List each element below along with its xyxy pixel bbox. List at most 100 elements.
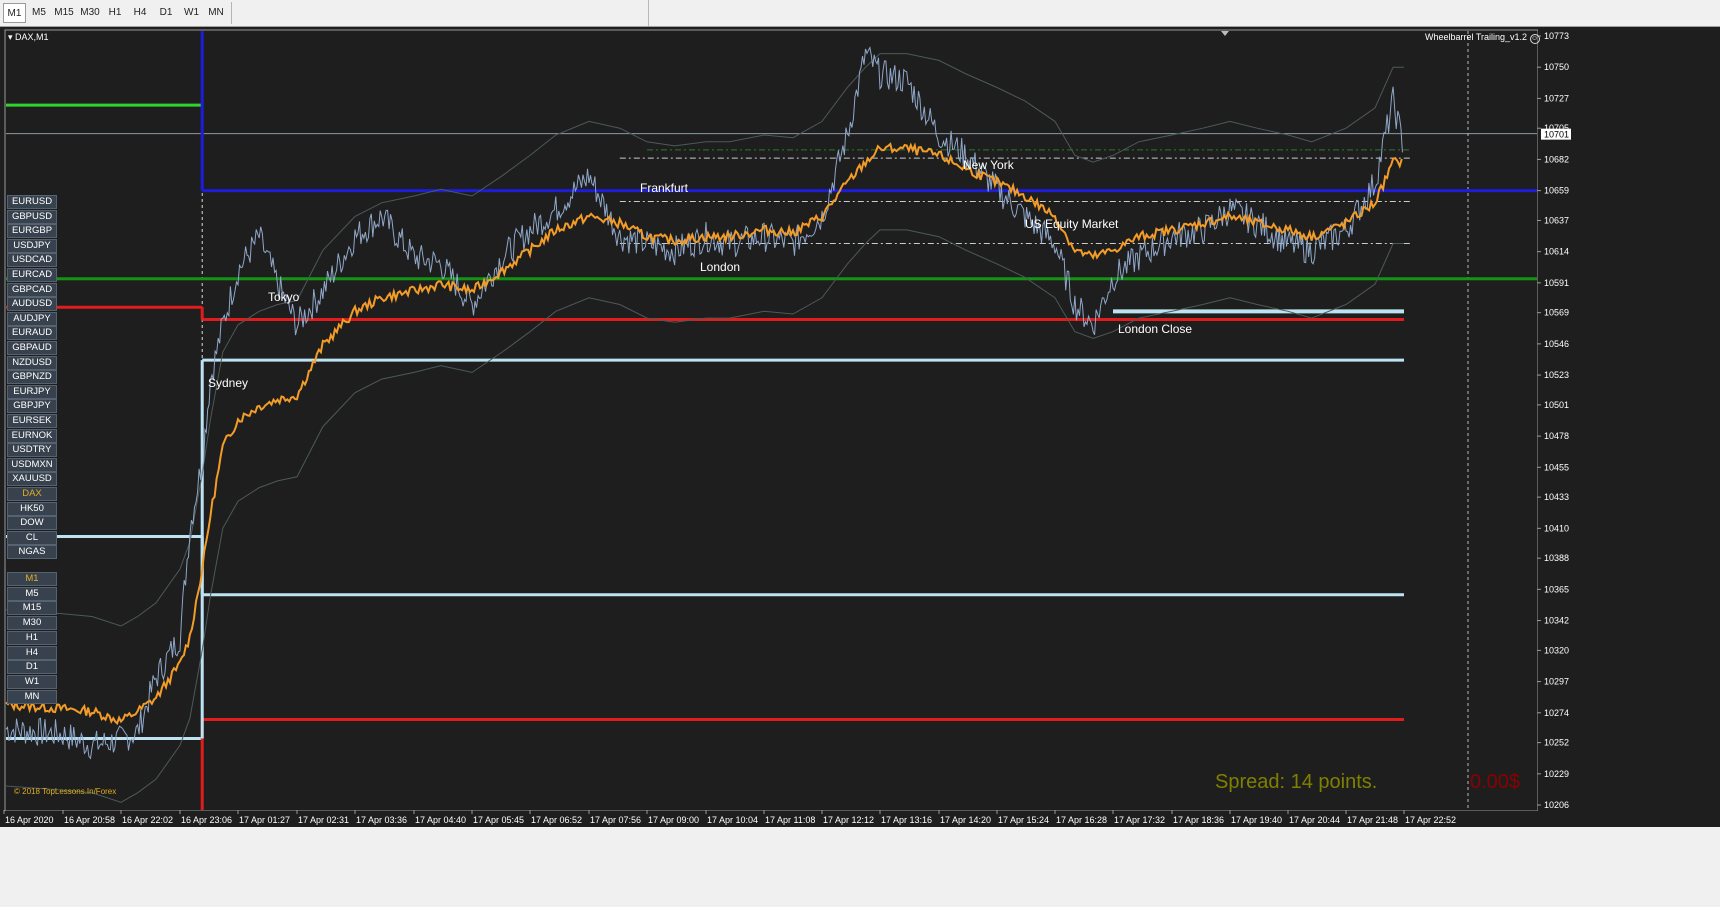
time-tick-label: 17 Apr 19:40 (1231, 815, 1282, 825)
price-tick-label: 10614 (1544, 247, 1569, 257)
price-tick-label: 10659 (1544, 186, 1569, 196)
chart-menu-arrow-icon[interactable]: ▾ (8, 32, 15, 42)
toolbar-tf-m1-button[interactable]: M1 (3, 3, 26, 23)
price-tick-label: 10455 (1544, 462, 1569, 472)
copyright-text: © 2018 TopLessons.In/Forex (14, 787, 117, 796)
timeframe-button-m1[interactable]: M1 (7, 572, 57, 586)
time-tick-label: 16 Apr 2020 (5, 815, 54, 825)
symbol-button-dax[interactable]: DAX (7, 487, 57, 501)
current-price-label: 10701 (1544, 130, 1569, 140)
session-label-london-close: London Close (1118, 322, 1193, 336)
symbol-button-gbpjpy[interactable]: GBPJPY (7, 399, 57, 414)
timeframe-button-mn[interactable]: MN (7, 689, 57, 704)
symbol-button-audjpy[interactable]: AUDJPY (7, 311, 57, 326)
price-tick-label: 10274 (1544, 708, 1569, 718)
price-tick-label: 10297 (1544, 677, 1569, 687)
lower-band-line (5, 229, 1404, 803)
symbol-button-gbpcad[interactable]: GBPCAD (7, 282, 57, 297)
toolbar-tf-w1-button[interactable]: W1 (180, 3, 203, 23)
symbol-button-cl[interactable]: CL (7, 530, 57, 545)
price-tick-label: 10365 (1544, 584, 1569, 594)
time-tick-label: 17 Apr 07:56 (590, 815, 641, 825)
time-tick-label: 17 Apr 10:04 (707, 815, 758, 825)
time-tick-label: 17 Apr 11:08 (765, 815, 815, 825)
upper-band-line (5, 53, 1404, 627)
chart-symbol-label: ▾ DAX,M1 (8, 32, 49, 43)
timeframe-button-w1[interactable]: W1 (7, 674, 57, 689)
symbol-button-hk50[interactable]: HK50 (7, 501, 57, 516)
symbol-button-eurnok[interactable]: EURNOK (7, 428, 57, 443)
symbol-button-usdcad[interactable]: USDCAD (7, 253, 57, 268)
symbol-button-eursek[interactable]: EURSEK (7, 414, 57, 428)
toolbar-tf-h1-button[interactable]: H1 (104, 3, 126, 23)
price-chart[interactable]: 1077310750107271070510682106591063710614… (0, 27, 1720, 827)
timeframe-button-h1[interactable]: H1 (7, 630, 57, 645)
session-label-london: London (700, 260, 741, 274)
symbol-button-eurusd[interactable]: EURUSD (7, 195, 57, 209)
symbol-button-gbpnzd[interactable]: GBPNZD (7, 370, 57, 385)
chart-window[interactable]: 10773 10750 10727 10705 10682 10659 10637 10614… (0, 27, 1720, 827)
price-tick-label: 10682 (1544, 154, 1569, 164)
timeframe-button-m5[interactable]: M5 (7, 586, 57, 601)
session-label-sydney: Sydney (208, 376, 249, 390)
time-tick-label: 17 Apr 15:24 (998, 815, 1049, 825)
symbol-button-eurcad[interactable]: EURCAD (7, 268, 57, 282)
toolbar-tf-d1-button[interactable]: D1 (154, 3, 178, 23)
symbol-button-xauusd[interactable]: XAUUSD (7, 472, 57, 487)
toolbar-tf-mn-button[interactable]: MN (205, 3, 227, 23)
time-tick-label: 17 Apr 16:28 (1056, 815, 1107, 825)
time-tick-label: 17 Apr 03:36 (356, 815, 407, 825)
symbol-button-eurgbp[interactable]: EURGBP (7, 224, 57, 239)
indicator-label: Wheelbarrel Trailing_v1.2 ☺ (1425, 32, 1540, 44)
session-label-new-york: New York (963, 158, 1014, 172)
indicator-name: Wheelbarrel Trailing_v1.2 (1425, 32, 1528, 42)
toolbar-separator (231, 2, 232, 24)
time-tick-label: 17 Apr 13:16 (881, 815, 932, 825)
time-tick-label: 17 Apr 09:00 (648, 815, 699, 825)
time-tick-label: 17 Apr 04:40 (415, 815, 466, 825)
time-tick-label: 17 Apr 20:44 (1289, 815, 1340, 825)
timeframe-toolbar: M1 M5 M15 M30 H1 H4 D1 W1 MN (0, 0, 1720, 27)
toolbar-tf-m30-button[interactable]: M30 (78, 3, 102, 23)
time-tick-label: 17 Apr 06:52 (531, 815, 582, 825)
price-tick-label: 10206 (1544, 800, 1569, 810)
time-tick-label: 17 Apr 21:48 (1347, 815, 1398, 825)
symbol-button-nzdusd[interactable]: NZDUSD (7, 355, 57, 370)
chart-shift-marker[interactable] (1221, 31, 1229, 36)
toolbar-tf-h4-button[interactable]: H4 (128, 3, 152, 23)
timeframe-button-m15[interactable]: M15 (7, 601, 57, 616)
symbol-button-usdtry[interactable]: USDTRY (7, 443, 57, 458)
symbol-button-audusd[interactable]: AUDUSD (7, 297, 57, 312)
timeframe-button-d1[interactable]: D1 (7, 660, 57, 675)
price-tick-label: 10750 (1544, 62, 1569, 72)
plot-border (4, 29, 1539, 812)
price-tick-label: 10252 (1544, 738, 1569, 748)
symbol-button-gbpusd[interactable]: GBPUSD (7, 209, 57, 224)
timeframe-button-h4[interactable]: H4 (7, 645, 57, 660)
toolbar-tf-m5-button[interactable]: M5 (28, 3, 50, 23)
price-tick-label: 10546 (1544, 339, 1569, 349)
symbol-button-usdmxn[interactable]: USDMXN (7, 457, 57, 472)
symbol-button-euraud[interactable]: EURAUD (7, 326, 57, 341)
price-tick-label: 10433 (1544, 492, 1569, 502)
time-tick-label: 16 Apr 22:02 (122, 815, 173, 825)
time-tick-label: 17 Apr 14:20 (940, 815, 991, 825)
price-tick-label: 10388 (1544, 553, 1569, 563)
time-tick-label: 16 Apr 23:06 (181, 815, 232, 825)
time-tick-label: 17 Apr 02:31 (298, 815, 349, 825)
price-tick-label: 10501 (1544, 400, 1569, 410)
toolbar-tf-m15-button[interactable]: M15 (52, 3, 76, 23)
symbol-button-dow[interactable]: DOW (7, 516, 57, 531)
symbol-button-eurjpy[interactable]: EURJPY (7, 384, 57, 399)
symbol-button-ngas[interactable]: NGAS (7, 545, 57, 560)
timeframe-button-m30[interactable]: M30 (7, 616, 57, 631)
price-tick-label: 10410 (1544, 523, 1569, 533)
symbol-button-usdjpy[interactable]: USDJPY (7, 238, 57, 253)
time-tick-label: 16 Apr 20:58 (64, 815, 115, 825)
symbol-button-gbpaud[interactable]: GBPAUD (7, 341, 57, 355)
price-tick-label: 10342 (1544, 616, 1569, 626)
price-tick-label: 10637 (1544, 215, 1569, 225)
time-tick-label: 17 Apr 05:45 (473, 815, 524, 825)
time-tick-label: 17 Apr 12:12 (823, 815, 874, 825)
smiley-icon: ☺ (1529, 34, 1540, 44)
